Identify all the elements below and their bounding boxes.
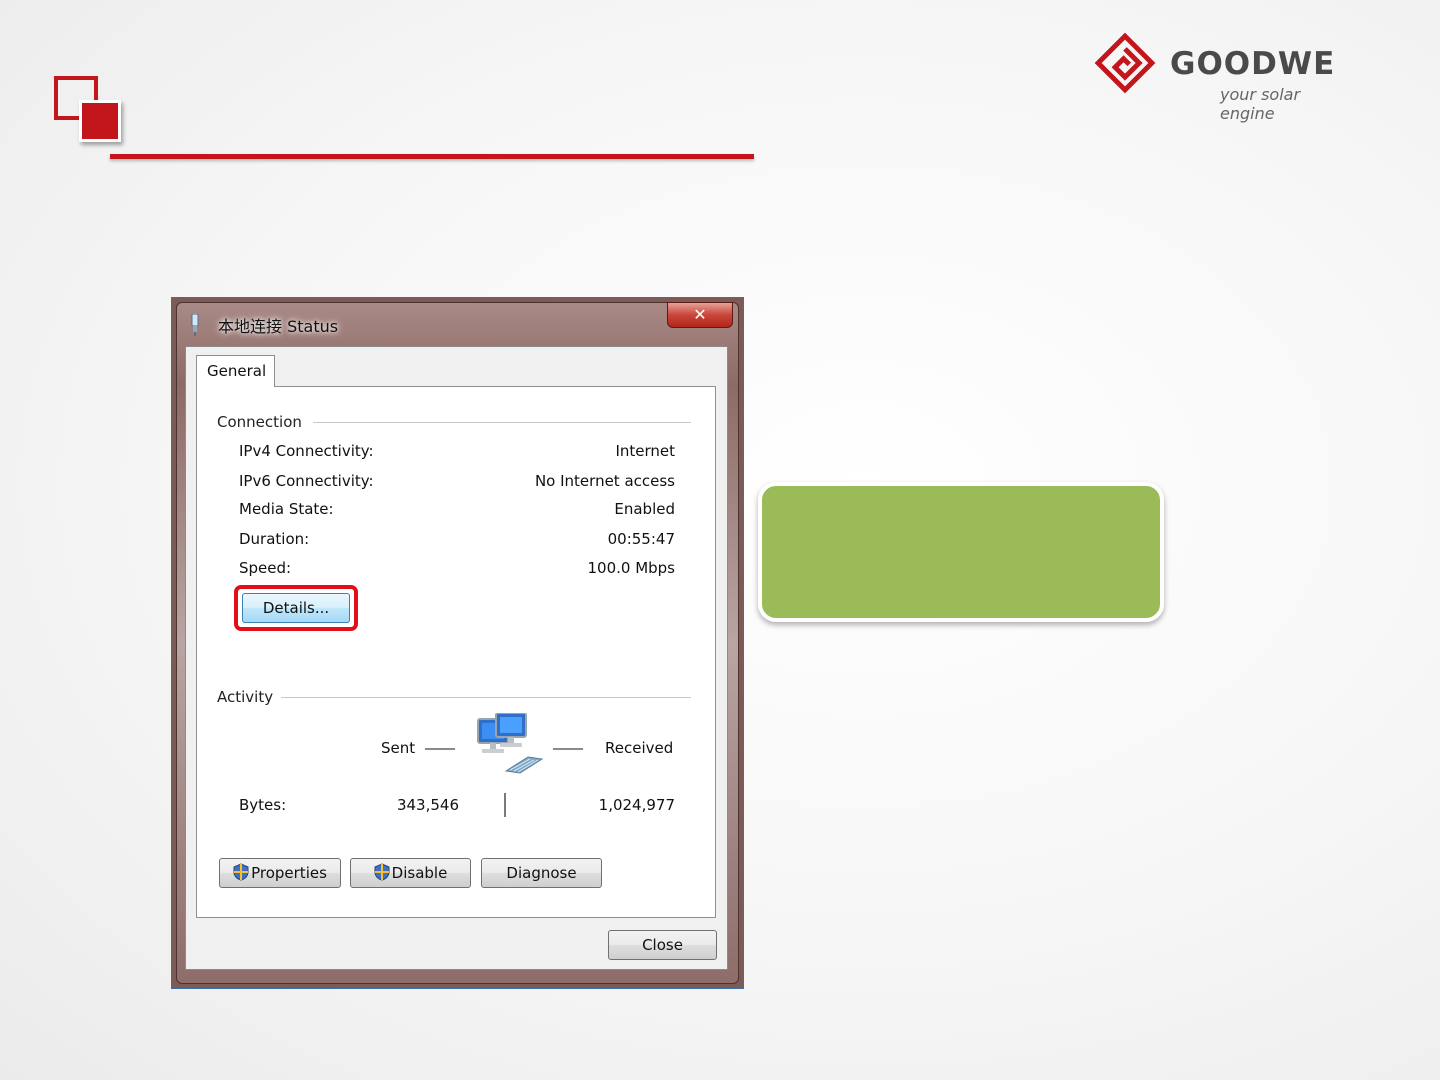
ipv4-connectivity-value: Internet [615,442,675,460]
bytes-received-value: 1,024,977 [598,796,675,814]
slide-corner-mark [54,76,121,142]
corner-filled-square [79,100,121,142]
uac-shield-icon [233,863,249,881]
media-state-label: Media State: [239,500,334,518]
goodwe-logo: GOODWE your solar engine [1094,32,1356,123]
close-button[interactable]: Close [608,930,717,960]
general-tab-panel: Connection IPv4 Connectivity: Internet I… [196,386,716,918]
local-connection-status-dialog: 本地连接 Status ✕ General Connection IPv4 Co… [171,297,744,989]
details-button[interactable]: Details... [242,593,350,623]
diagnose-button[interactable]: Diagnose [481,858,602,888]
ipv6-connectivity-label: IPv6 Connectivity: [239,472,374,490]
close-icon: ✕ [693,305,707,324]
slide-title-rule [110,154,754,159]
duration-value: 00:55:47 [607,530,675,548]
bytes-label: Bytes: [239,796,287,814]
activity-heading: Activity [217,688,274,706]
dialog-client-area: General Connection IPv4 Connectivity: In… [185,346,728,970]
logo-tagline: your solar engine [1220,85,1301,123]
close-window-button[interactable]: ✕ [667,302,733,328]
bytes-sent-value: 343,546 [396,796,459,814]
speed-value: 100.0 Mbps [587,559,675,577]
tab-general[interactable]: General [196,355,275,387]
ipv6-connectivity-value: No Internet access [534,472,675,490]
callout-box [758,482,1164,622]
dialog-title: 本地连接 Status [218,317,339,336]
disable-button[interactable]: Disable [350,858,471,888]
connection-divider [313,422,691,423]
received-label: Received [605,739,674,757]
received-dash [553,748,583,750]
sent-dash [425,748,455,750]
properties-button-label: Properties [251,864,327,882]
sent-label: Sent [381,739,416,757]
uac-shield-icon [374,863,390,881]
logo-wordmark: GOODWE [1170,46,1336,82]
disable-button-label: Disable [391,864,448,882]
network-computers-icon [477,713,544,774]
duration-label: Duration: [239,530,310,548]
media-state-value: Enabled [614,500,675,518]
properties-button[interactable]: Properties [219,858,341,888]
connection-heading: Connection [217,413,302,431]
goodwe-diamond-icon [1094,32,1156,94]
activity-divider [281,697,691,698]
bytes-separator [504,793,506,817]
network-connection-icon [191,314,199,336]
tab-general-label: General [207,362,267,380]
speed-label: Speed: [239,559,292,577]
ipv4-connectivity-label: IPv4 Connectivity: [239,442,374,460]
dialog-titlebar[interactable]: 本地连接 Status ✕ [182,302,733,344]
